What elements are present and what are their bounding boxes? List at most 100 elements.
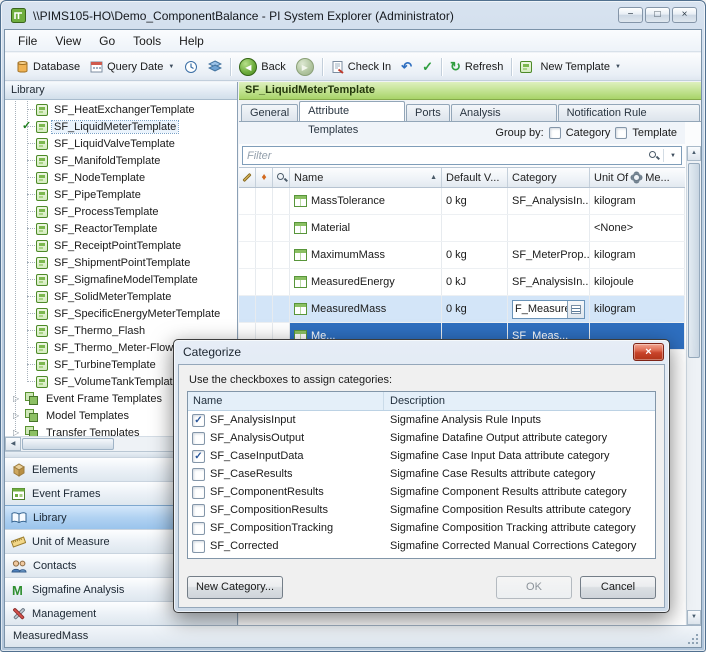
scrollbar-thumb[interactable] (688, 163, 700, 358)
tab-ports[interactable]: Ports (406, 104, 450, 121)
refresh-button[interactable]: ↻ Refresh (445, 57, 508, 76)
new-template-button[interactable]: New Template ▼ (515, 58, 625, 76)
accept-button[interactable]: ✓ (417, 57, 438, 76)
ok-button[interactable]: OK (496, 576, 572, 599)
scroll-up-button[interactable]: ▲ (687, 146, 701, 161)
close-button[interactable]: × (672, 7, 697, 23)
tree-item-liquidmeter[interactable]: ✓ SF_LiquidMeterTemplate (5, 118, 237, 135)
tab-notification-rule-templates[interactable]: Notification Rule Templates (557, 104, 701, 135)
categorize-button[interactable] (567, 300, 584, 318)
tree-item-node[interactable]: SF_NodeTemplate (5, 169, 237, 186)
checkbox[interactable] (192, 503, 205, 517)
table-vertical-scrollbar[interactable]: ▲ ▼ (686, 146, 701, 625)
table-row-maximummass[interactable]: MaximumMass 0 kg SF_MeterProp... kilogra… (239, 242, 685, 269)
tree-item-manifold[interactable]: SF_ManifoldTemplate (5, 152, 237, 169)
group-by-label: Group by: (495, 127, 544, 139)
back-label: Back (261, 60, 286, 73)
category-row-compositionresults[interactable]: SF_CompositionResults Sigmafine Composit… (188, 501, 655, 519)
refresh-icon: ↻ (450, 59, 461, 74)
forward-button[interactable]: ▶ (291, 55, 319, 79)
undo-button[interactable]: ↶ (396, 57, 417, 76)
tab-attribute-templates[interactable]: Attribute Templates (299, 101, 406, 136)
table-row-masstolerance[interactable]: MassTolerance 0 kg SF_AnalysisIn... kilo… (239, 188, 685, 215)
column-edit-indicator[interactable] (239, 168, 256, 187)
template-icon (36, 171, 48, 184)
tree-item-shipmentpoint[interactable]: SF_ShipmentPointTemplate (5, 254, 237, 271)
tree-item-sigmafinemodel[interactable]: SF_SigmafineModelTemplate (5, 271, 237, 288)
tree-item-solidmeter[interactable]: SF_SolidMeterTemplate (5, 288, 237, 305)
category-row-corrected[interactable]: SF_Corrected Sigmafine Corrected Manual … (188, 537, 655, 555)
dialog-titlebar[interactable]: Categorize (174, 340, 669, 364)
tree-item-thermoflash[interactable]: SF_Thermo_Flash (5, 322, 237, 339)
category-edit-value[interactable]: F_Measured (513, 303, 567, 315)
category-row-analysisinput[interactable]: ✓ SF_AnalysisInput Sigmafine Analysis Ru… (188, 411, 655, 429)
menu-go[interactable]: Go (90, 32, 124, 50)
menu-file[interactable]: File (9, 32, 46, 50)
filter-placeholder: Filter (247, 149, 272, 162)
column-search[interactable] (273, 168, 290, 187)
category-row-clipped[interactable] (188, 555, 655, 558)
checkbox[interactable] (192, 431, 205, 445)
chevron-down-icon[interactable]: ▼ (665, 153, 681, 159)
checkbox[interactable] (192, 557, 205, 558)
column-unit-of-measure[interactable]: Unit Of Me... (590, 168, 685, 187)
tree-item-specificenergymeter[interactable]: SF_SpecificEnergyMeterTemplate (5, 305, 237, 322)
tree-item-pipe[interactable]: SF_PipeTemplate (5, 186, 237, 203)
category-row-analysisoutput[interactable]: SF_AnalysisOutput Sigmafine Datafine Out… (188, 429, 655, 447)
search-icon[interactable] (649, 150, 659, 161)
checkbox[interactable]: ✓ (192, 413, 205, 427)
minimize-button[interactable]: − (618, 7, 643, 23)
category-row-caseinputdata[interactable]: ✓ SF_CaseInputData Sigmafine Case Input … (188, 447, 655, 465)
category-edit-box[interactable]: F_Measured (512, 299, 585, 319)
checkbox[interactable] (192, 539, 205, 553)
category-row-compositiontracking[interactable]: SF_CompositionTracking Sigmafine Composi… (188, 519, 655, 537)
checkbox[interactable] (192, 485, 205, 499)
scroll-left-button[interactable]: ◀ (5, 437, 21, 451)
cancel-button[interactable]: Cancel (580, 576, 656, 599)
tree-item-heatexchanger[interactable]: SF_HeatExchangerTemplate (5, 101, 237, 118)
attribute-template-icon (294, 249, 307, 261)
database-button[interactable]: Database (11, 57, 85, 77)
column-name[interactable]: Name (188, 392, 384, 410)
time-button[interactable] (179, 57, 203, 77)
scrollbar-thumb[interactable] (22, 438, 114, 450)
resize-grip[interactable] (686, 632, 698, 644)
filter-input[interactable]: Filter ▼ (242, 146, 682, 165)
check-in-button[interactable]: Check In (326, 57, 396, 77)
tab-analysis-templates[interactable]: Analysis Templates (450, 104, 557, 135)
query-date-button[interactable]: Query Date ▼ (85, 57, 179, 76)
tab-general[interactable]: General (241, 104, 299, 121)
category-row-caseresults[interactable]: SF_CaseResults Sigmafine Case Results at… (188, 465, 655, 483)
column-description[interactable]: Description (384, 392, 655, 410)
menu-tools[interactable]: Tools (124, 32, 170, 50)
column-flag[interactable]: ♦ (256, 168, 273, 187)
column-name[interactable]: Name ▲ (290, 168, 442, 187)
table-row-measuredenergy[interactable]: MeasuredEnergy 0 kJ SF_AnalysisIn... kil… (239, 269, 685, 296)
dialog-close-button[interactable]: × (633, 343, 664, 361)
tree-item-reactor[interactable]: SF_ReactorTemplate (5, 220, 237, 237)
model-view-button[interactable] (203, 57, 227, 76)
titlebar[interactable]: \\PIMS105-HO\Demo_ComponentBalance - PI … (1, 1, 705, 29)
expander-icon[interactable]: ▷ (13, 411, 22, 420)
tree-item-liquidvalve[interactable]: SF_LiquidValveTemplate (5, 135, 237, 152)
maximize-button[interactable]: □ (645, 7, 670, 23)
category-row-componentresults[interactable]: SF_ComponentResults Sigmafine Component … (188, 483, 655, 501)
scroll-down-button[interactable]: ▼ (687, 610, 701, 625)
expander-icon[interactable]: ▷ (13, 428, 22, 436)
checkbox[interactable]: ✓ (192, 449, 205, 463)
table-row-material[interactable]: Material <None> (239, 215, 685, 242)
menu-help[interactable]: Help (170, 32, 213, 50)
new-category-button[interactable]: New Category... (187, 576, 283, 599)
column-category[interactable]: Category (508, 168, 590, 187)
tree-item-process[interactable]: SF_ProcessTemplate (5, 203, 237, 220)
column-default-value[interactable]: Default V... (442, 168, 508, 187)
group-by-category-checkbox[interactable] (548, 127, 561, 139)
tree-item-receiptpoint[interactable]: SF_ReceiptPointTemplate (5, 237, 237, 254)
checkbox[interactable] (192, 467, 205, 481)
menu-view[interactable]: View (46, 32, 90, 50)
expander-icon[interactable]: ▷ (13, 394, 22, 403)
back-button[interactable]: ◀ Back (234, 55, 290, 79)
checkbox[interactable] (192, 521, 205, 535)
table-row-measuredmass[interactable]: MeasuredMass 0 kg F_Measured kilogram (239, 296, 685, 323)
group-by-template-checkbox[interactable] (615, 127, 628, 139)
